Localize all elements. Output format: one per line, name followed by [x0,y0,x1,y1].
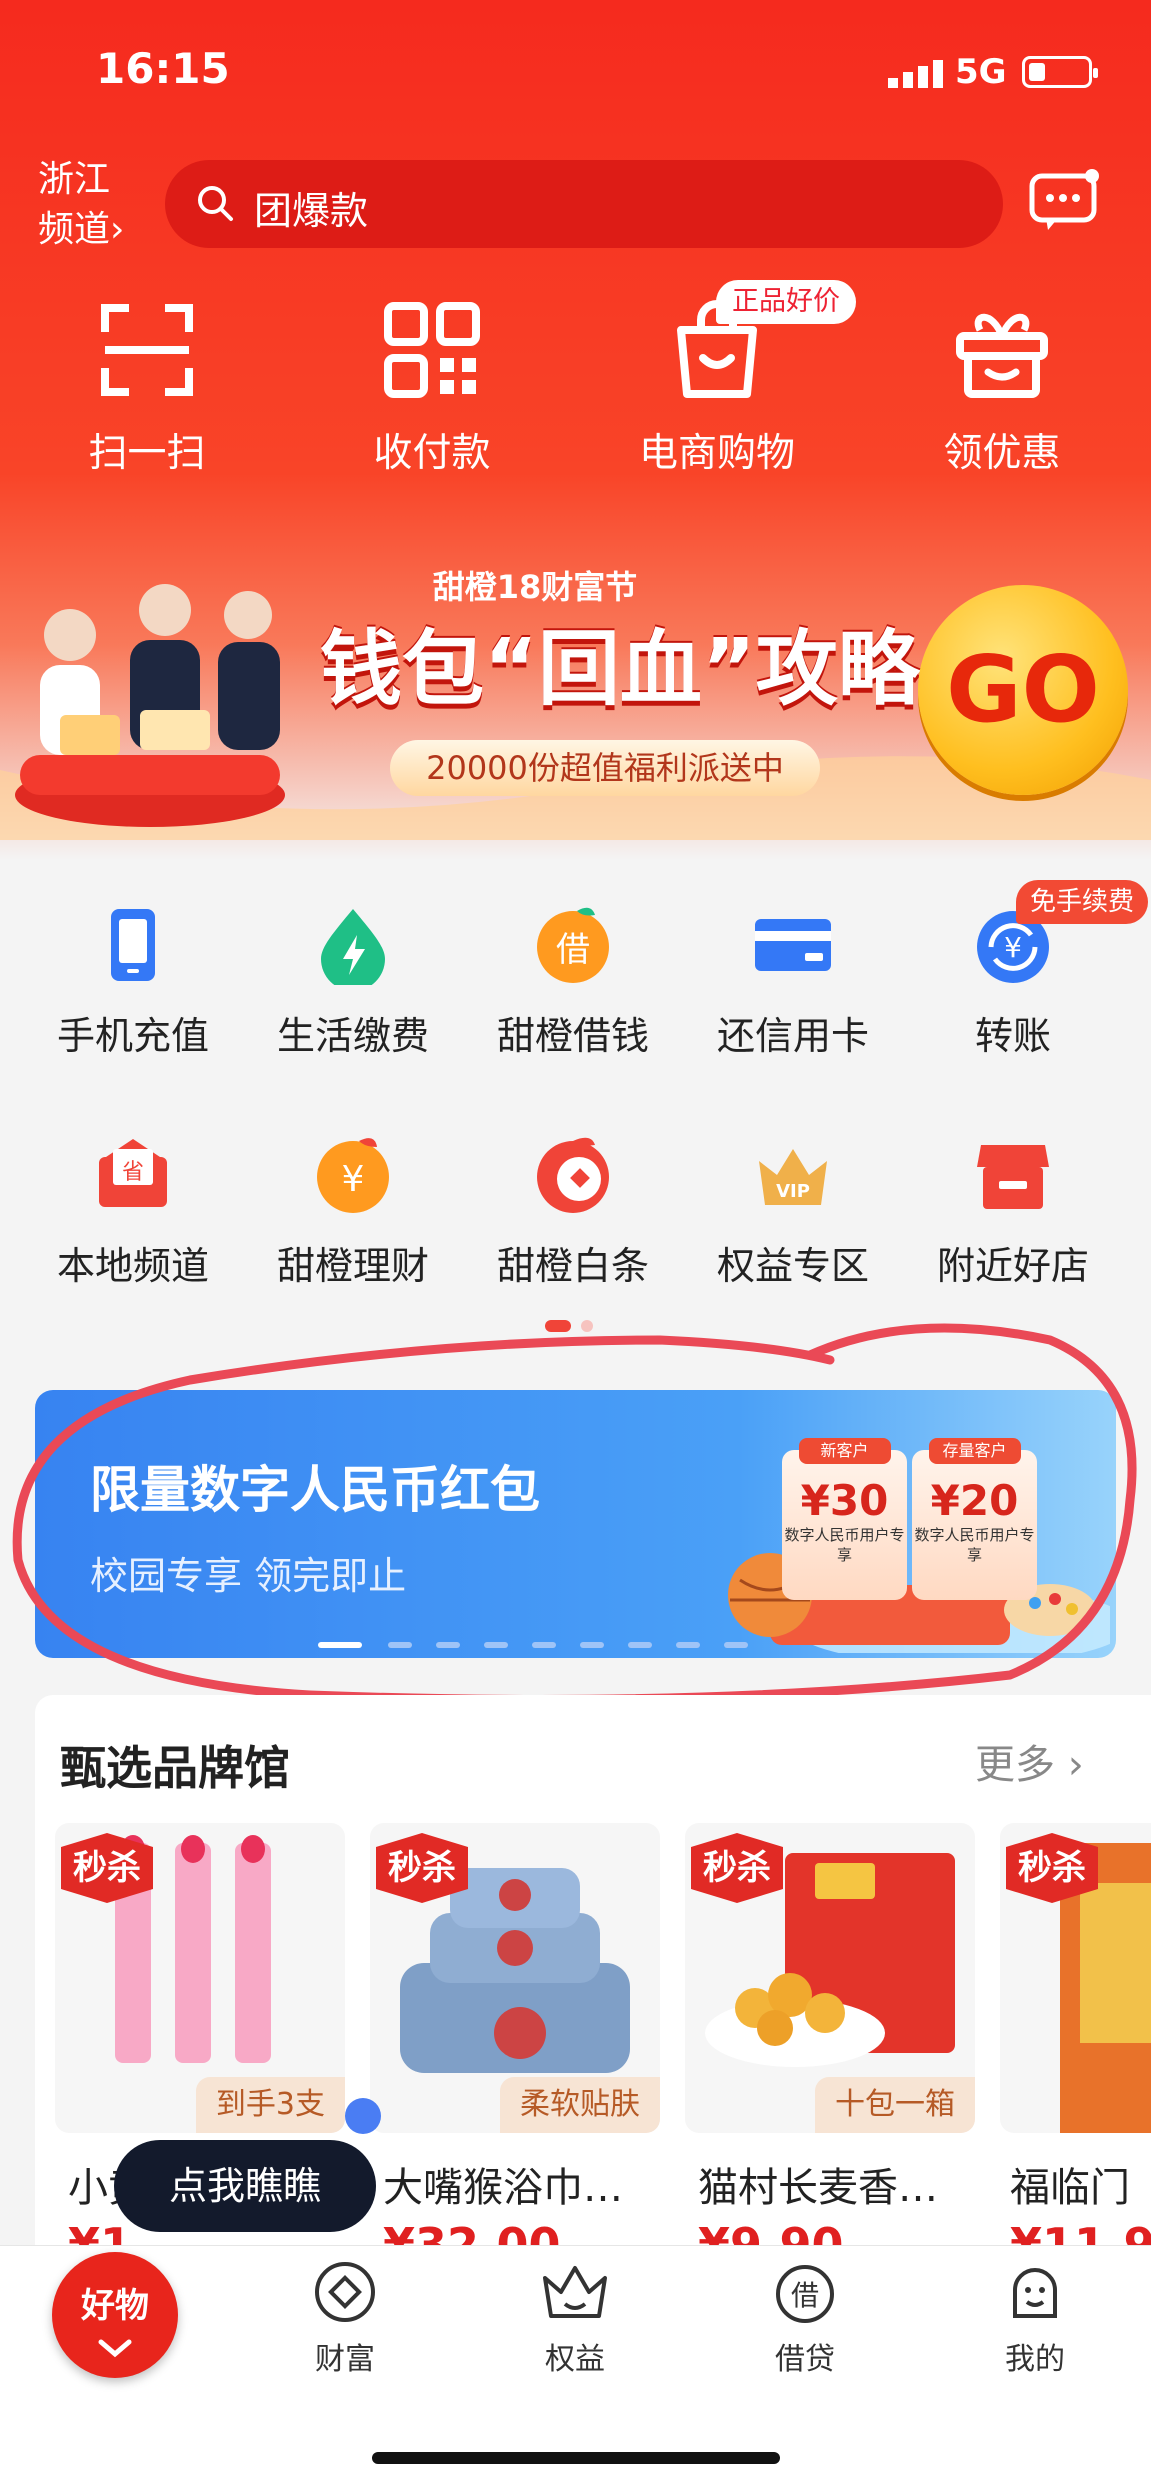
quick-action-payment[interactable]: 收付款 [322,300,542,478]
network-type: 5G [955,52,1007,92]
tab-label: 权益 [545,2342,605,2377]
scan-icon [101,304,193,396]
free-fee-badge: 免手续费 [1016,880,1149,924]
region-channel: 频道› [38,209,125,250]
service-label: 转账 [974,1014,1051,1058]
flash-sale-badge: 秒杀 [376,1833,468,1903]
service-phone-topup[interactable]: 手机充值 [33,905,233,1060]
genuine-tag: 正品好价 [716,280,856,324]
flash-sale-badge: 秒杀 [61,1833,153,1903]
more-label: 更多 [975,1742,1055,1788]
home-indicator [372,2452,780,2464]
search-placeholder: 团爆款 [254,189,369,233]
credit-card-icon [755,919,831,971]
signal-icon [888,60,943,88]
product-card[interactable]: 秒杀 [1000,1823,1151,2133]
service-credit-card[interactable]: 还信用卡 [693,905,893,1060]
product-card[interactable]: 秒杀 十包一箱 [685,1823,975,2133]
tab-wealth[interactable]: 财富 [265,2260,425,2378]
service-credit-line[interactable]: 甜橙白条 [473,1135,673,1290]
crown-icon [543,2266,607,2318]
quick-action-label: 收付款 [373,431,491,476]
service-label: 权益专区 [716,1244,869,1288]
quick-action-label: 扫一扫 [88,431,206,476]
service-label: 生活缴费 [276,1014,429,1058]
go-button[interactable]: GO [918,585,1128,795]
annotation-circle [12,1323,1137,1704]
qr-code-icon [384,302,480,398]
svg-text:借: 借 [791,2279,819,2312]
chevron-down-icon [98,2339,132,2358]
product-tag: 十包一箱 [815,2077,975,2133]
flash-sale-badge: 秒杀 [1006,1833,1098,1903]
quick-action-shopping[interactable]: 电商购物 [607,300,827,478]
service-label: 还信用卡 [716,1014,869,1058]
product-name: 大嘴猴浴巾… [383,2165,623,2211]
tab-benefits[interactable]: 权益 [495,2260,655,2378]
product-tag: 到手3支 [195,2077,345,2133]
svg-text:借: 借 [556,930,590,970]
product-card[interactable]: 秒杀 到手3支 [55,1823,345,2133]
tab-label: 我的 [1005,2342,1065,2377]
service-loan[interactable]: 借 甜橙借钱 [473,905,673,1060]
brand-section-title: 甄选品牌馆 [60,1741,290,1795]
phone-icon [111,909,155,981]
store-icon [977,1145,1049,1209]
orange-icon [537,1137,609,1213]
banner-subtitle: 甜橙18财富节 [432,568,638,606]
product-tag: 柔软贴肤 [500,2077,660,2133]
loan-icon: 借 [537,907,609,983]
svg-text:VIP: VIP [776,1181,810,1202]
banner-title: 钱包“回血”攻略 [320,622,920,717]
search-icon [198,186,233,221]
service-benefits[interactable]: VIP 权益专区 [693,1135,893,1290]
profile-icon [1013,2268,1057,2318]
region-selector[interactable]: 浙江 频道› [38,155,148,255]
quick-action-coupons[interactable]: 领优惠 [892,300,1112,478]
diamond-icon [315,2262,375,2322]
chevron-right-icon: › [1067,1742,1084,1788]
service-label: 附近好店 [936,1244,1089,1288]
borrow-icon: 借 [776,2265,834,2323]
message-icon[interactable] [1028,168,1100,232]
product-name: 猫村长麦香… [698,2165,938,2211]
service-nearby-stores[interactable]: 附近好店 [913,1135,1113,1290]
svg-text:省: 省 [122,1160,144,1185]
svg-text:¥: ¥ [342,1159,365,1200]
service-label: 手机充值 [56,1014,209,1058]
bolt-icon [321,909,385,985]
tab-label: 财富 [315,2342,375,2377]
floating-dot-icon [345,2098,381,2134]
service-local-channel[interactable]: 省 本地频道 [33,1135,233,1290]
banner-pill: 20000份超值福利派送中 [390,740,820,796]
service-wealth[interactable]: ¥ 甜橙理财 [253,1135,453,1290]
tab-label: 好物 [81,2286,149,2326]
battery-icon [1022,56,1098,88]
tab-profile[interactable]: 我的 [955,2260,1115,2378]
gift-icon [956,313,1048,398]
service-transfer[interactable]: ¥ 转账 [913,905,1113,1060]
yuan-icon: ¥ [317,1138,389,1213]
quick-action-scan[interactable]: 扫一扫 [37,300,257,478]
flash-sale-badge: 秒杀 [691,1833,783,1903]
vip-crown-icon: VIP [759,1149,827,1205]
more-link[interactable]: 更多 › [975,1732,1084,1790]
float-peek-button[interactable]: 点我瞧瞧 [114,2140,376,2232]
local-channel-icon: 省 [99,1139,167,1207]
product-card[interactable]: 秒杀 柔软贴肤 [370,1823,660,2133]
status-time: 16:15 [96,44,230,93]
service-label: 本地频道 [56,1244,209,1288]
svg-text:¥: ¥ [1004,931,1022,964]
service-utilities[interactable]: 生活缴费 [253,905,453,1060]
tab-good-things[interactable]: 好物 [52,2252,178,2378]
quick-action-label: 领优惠 [943,431,1061,476]
region-name: 浙江 [38,159,111,200]
tab-label: 借贷 [775,2342,835,2377]
tab-loans[interactable]: 借 借贷 [725,2260,885,2378]
service-label: 甜橙白条 [496,1244,649,1288]
quick-action-label: 电商购物 [638,431,795,476]
service-label: 甜橙借钱 [496,1014,649,1058]
service-label: 甜橙理财 [276,1244,429,1288]
product-name: 福临门 [1010,2165,1130,2211]
